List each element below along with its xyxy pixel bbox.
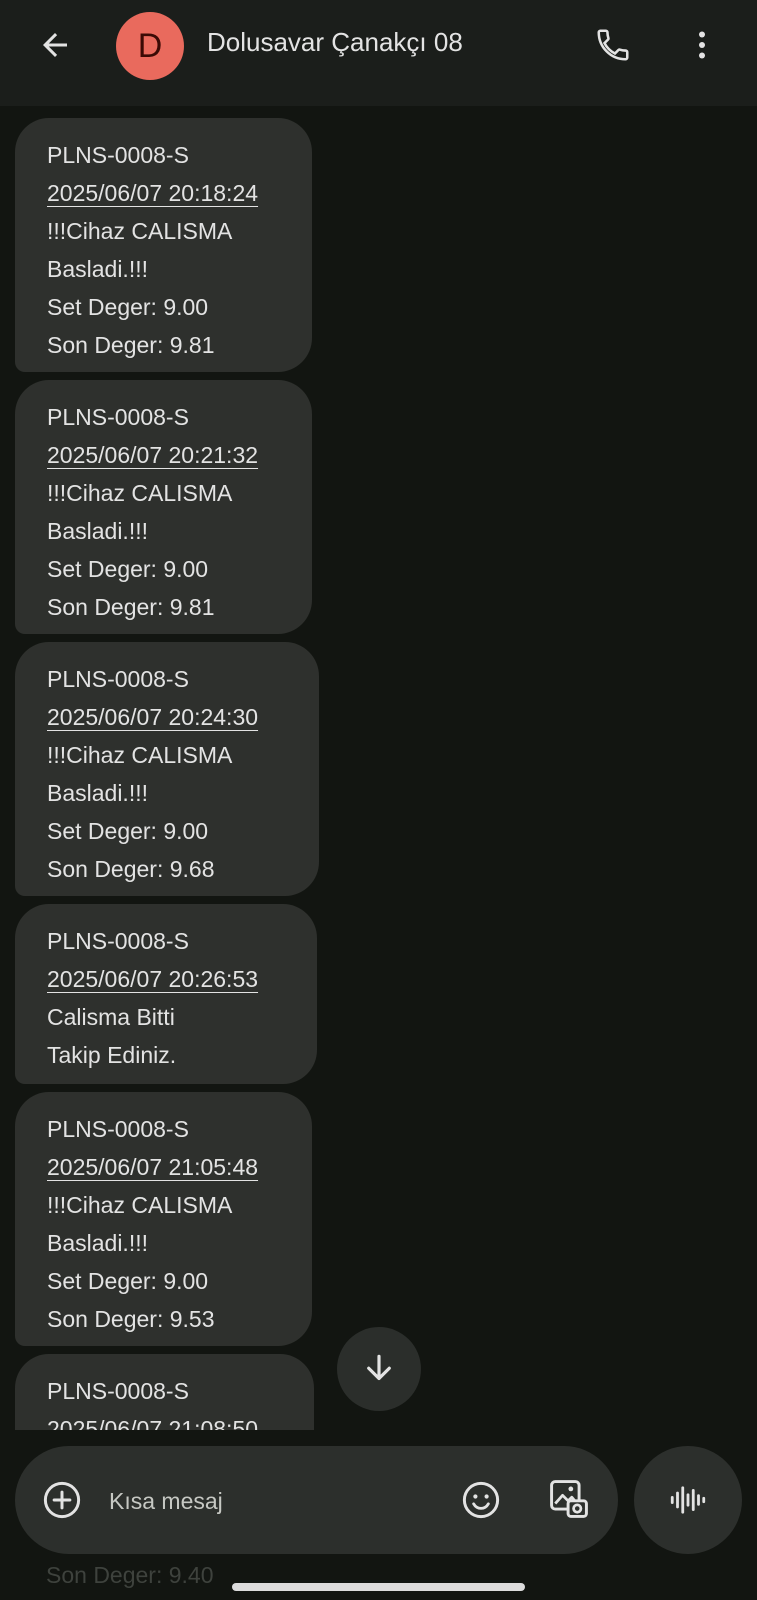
message-bubble[interactable]: PLNS-0008-S 2025/06/07 21:08:50 [15,1354,314,1430]
scroll-to-bottom-button[interactable] [337,1327,421,1411]
message-timestamp-link[interactable]: 2025/06/07 20:21:32 [47,436,280,474]
message-device: PLNS-0008-S [47,1378,189,1404]
message-device: PLNS-0008-S [47,404,189,430]
message-line: Set Deger: 9.00 [47,294,209,320]
message-line: !!!Cihaz CALISMA [47,1192,233,1218]
message-line: !!!Cihaz CALISMA [47,742,233,768]
message-bubble[interactable]: PLNS-0008-S 2025/06/07 20:26:53 Calisma … [15,904,317,1084]
voice-message-button[interactable] [634,1446,742,1554]
message-line: Basladi.!!! [47,780,148,806]
message-timestamp-link[interactable]: 2025/06/07 20:26:53 [47,960,285,998]
message-list[interactable]: PLNS-0008-S 2025/06/07 20:18:24 !!!Cihaz… [0,106,757,1430]
message-bubble[interactable]: PLNS-0008-S 2025/06/07 21:05:48 !!!Cihaz… [15,1092,312,1346]
message-line: Son Deger: 9.81 [47,332,215,358]
message-line: Basladi.!!! [47,1230,148,1256]
top-app-bar: D Dolusavar Çanakçı 08 [0,0,757,106]
message-line: !!!Cihaz CALISMA [47,218,233,244]
message-device: PLNS-0008-S [47,142,189,168]
message-bubble[interactable]: PLNS-0008-S 2025/06/07 20:24:30 !!!Cihaz… [15,642,319,896]
avatar-letter: D [137,26,163,65]
message-line: Son Deger: 9.53 [47,1306,215,1332]
emoji-icon [462,1481,500,1519]
hidden-message-text: Son Deger: 9.40 [46,1562,214,1588]
more-options-button[interactable] [677,20,727,70]
message-device: PLNS-0008-S [47,666,189,692]
message-line: Takip Ediniz. [47,1042,177,1068]
message-line: Basladi.!!! [47,256,148,282]
message-timestamp-link[interactable]: 2025/06/07 21:05:48 [47,1148,280,1186]
message-device: PLNS-0008-S [47,1116,189,1142]
message-line: Set Deger: 9.00 [47,556,209,582]
message-line: Basladi.!!! [47,518,148,544]
message-timestamp-link[interactable]: 2025/06/07 20:24:30 [47,698,287,736]
back-button[interactable] [30,20,80,70]
avatar[interactable]: D [116,12,184,80]
message-line: Set Deger: 9.00 [47,1268,209,1294]
compose-bar [15,1446,618,1554]
arrow-back-icon [43,33,67,57]
phone-icon [597,29,629,61]
add-circle-icon [43,1481,81,1519]
more-vert-icon [699,31,705,59]
home-indicator[interactable] [232,1583,525,1591]
emoji-button[interactable] [456,1475,506,1525]
message-input[interactable] [107,1480,441,1522]
add-attachment-button[interactable] [37,1475,87,1525]
contact-name[interactable]: Dolusavar Çanakçı 08 [207,27,463,58]
message-timestamp-link[interactable]: 2025/06/07 20:18:24 [47,174,280,212]
message-timestamp-link[interactable]: 2025/06/07 21:08:50 [47,1410,282,1430]
message-line: Son Deger: 9.81 [47,594,215,620]
message-line: Son Deger: 9.68 [47,856,215,882]
gallery-button[interactable] [544,1474,594,1524]
message-line: !!!Cihaz CALISMA [47,480,233,506]
message-line: Calisma Bitti [47,1004,175,1030]
arrow-down-icon [367,1354,391,1381]
voice-wave-icon [670,1486,706,1514]
gallery-icon [550,1480,588,1518]
message-bubble[interactable]: PLNS-0008-S 2025/06/07 20:21:32 !!!Cihaz… [15,380,312,634]
message-bubble[interactable]: PLNS-0008-S 2025/06/07 20:18:24 !!!Cihaz… [15,118,312,372]
message-device: PLNS-0008-S [47,928,189,954]
call-button[interactable] [588,20,638,70]
message-line: Set Deger: 9.00 [47,818,209,844]
